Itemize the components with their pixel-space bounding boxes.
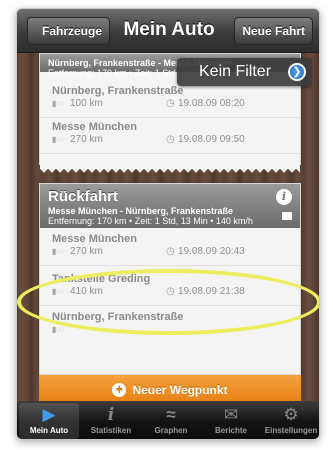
trip-title: Rückfahrt <box>48 188 119 205</box>
list-item[interactable]: Nürnberg, Frankenstraße ▮◌◌ <box>40 308 300 344</box>
new-waypoint-label: Neuer Wegpunkt <box>132 383 228 397</box>
stop-name: Nürnberg, Frankenstraße <box>52 85 184 97</box>
fuel-road-icon: ▮◌◌ <box>52 135 64 144</box>
fuel-road-icon: ▮◌◌ <box>52 287 64 296</box>
navigation-bar: Fahrzeuge Mein Auto Neue Fahrt <box>17 9 319 53</box>
filter-button[interactable]: Kein Filter ❯ <box>177 58 311 86</box>
app-screen: Nürnberg, Frankenstraße - Messe München … <box>16 8 320 440</box>
list-item-highlighted[interactable]: Tankstelle Greding ▮◌◌ 410 km ◷ 19.08.09… <box>40 270 300 306</box>
tab-label: Einstellungen <box>264 426 318 435</box>
gear-icon: ⚙ <box>283 405 299 424</box>
tab-label: Statistiken <box>90 426 132 435</box>
fuel-road-icon: ▮◌◌ <box>52 99 64 108</box>
trip-route: Messe München - Nürnberg, Frankenstraße <box>48 206 234 216</box>
clock-icon: ◷ <box>166 246 175 257</box>
plus-icon: + <box>112 382 127 397</box>
tab-mein-auto[interactable]: ▶ Mein Auto <box>19 403 79 439</box>
clock-icon: ◷ <box>166 286 175 297</box>
trip-header-return: Rückfahrt Messe München - Nürnberg, Fran… <box>40 184 300 228</box>
list-item[interactable]: Messe München ▮◌◌ 270 km ◷ 19.08.09 09:5… <box>40 118 300 154</box>
stop-distance: 270 km <box>70 246 103 257</box>
stop-time: 19.08.09 20:43 <box>178 246 245 257</box>
fuel-road-icon: ▮◌◌ <box>52 325 64 334</box>
stop-distance: 410 km <box>70 286 103 297</box>
stop-name: Messe München <box>52 121 137 133</box>
stop-name: Nürnberg, Frankenstraße <box>52 311 184 323</box>
tab-label: Mein Auto <box>29 426 69 435</box>
info-icon: i <box>107 405 115 425</box>
list-item[interactable]: Nürnberg, Frankenstraße ▮◌◌ 100 km ◷ 19.… <box>40 82 300 118</box>
stop-distance: 100 km <box>70 98 103 109</box>
tab-berichte[interactable]: ✉ Berichte <box>201 401 261 439</box>
briefcase-icon <box>282 212 292 220</box>
new-trip-button[interactable]: Neue Fahrt <box>234 17 313 45</box>
stop-name: Messe München <box>52 233 137 245</box>
stop-time: 19.08.09 21:38 <box>178 286 245 297</box>
tab-label: Berichte <box>214 426 247 435</box>
clock-icon: ◷ <box>166 98 175 109</box>
mail-icon: ✉ <box>223 405 239 424</box>
graph-icon: ≈ <box>166 405 176 424</box>
torn-paper-edge <box>40 350 300 359</box>
filter-label: Kein Filter <box>199 63 272 80</box>
tab-statistiken[interactable]: i Statistiken <box>81 401 141 439</box>
info-icon[interactable]: i <box>276 189 292 205</box>
chevron-right-icon: ❯ <box>288 63 306 81</box>
tab-label: Graphen <box>154 426 188 435</box>
fuel-road-icon: ▮◌◌ <box>52 247 64 256</box>
stop-time: 19.08.09 08:20 <box>178 98 245 109</box>
stop-time: 19.08.09 09:50 <box>178 134 245 145</box>
car-icon: ▶ <box>42 405 56 424</box>
stop-name: Tankstelle Greding <box>52 273 151 285</box>
trip-info: Entfernung: 170 km • Zeit: 1 Std, 13 Min… <box>48 216 253 226</box>
list-item[interactable]: Messe München ▮◌◌ 270 km ◷ 19.08.09 20:4… <box>40 230 300 266</box>
trip-card-return[interactable]: Rückfahrt Messe München - Nürnberg, Fran… <box>39 183 301 375</box>
tab-graphen[interactable]: ≈ Graphen <box>141 401 201 439</box>
clock-icon: ◷ <box>166 134 175 145</box>
tab-bar: ▶ Mein Auto i Statistiken ≈ Graphen ✉ Be… <box>17 401 319 439</box>
torn-paper-edge <box>40 164 300 173</box>
tab-einstellungen[interactable]: ⚙ Einstellungen <box>261 401 319 439</box>
stop-distance: 270 km <box>70 134 103 145</box>
